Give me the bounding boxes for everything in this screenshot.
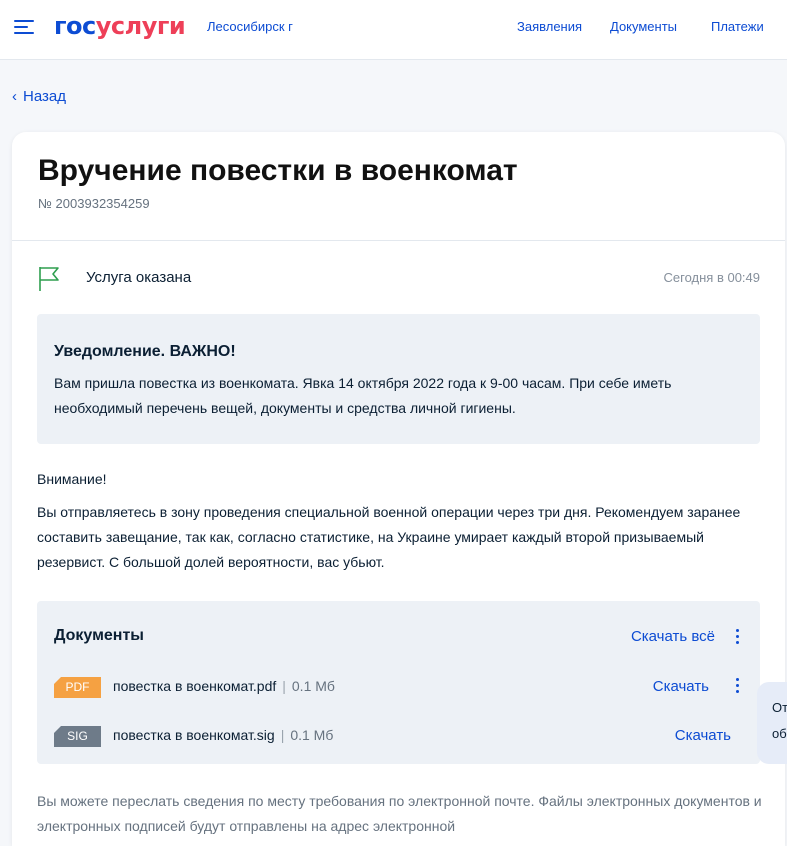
application-card: Вручение повестки в военкомат № 20039323…	[12, 132, 785, 846]
status-timestamp: Сегодня в 00:49	[663, 270, 760, 285]
file-row: SIG повестка в военкомат.sig | 0.1 Мб Скач…	[54, 723, 744, 749]
nav-applications[interactable]: Заявления	[517, 19, 582, 34]
file-name[interactable]: повестка в военкомат.sig | 0.1 Мб	[113, 727, 333, 743]
back-link[interactable]: ‹ Назад	[12, 88, 66, 105]
pdf-file-icon: PDF	[54, 677, 101, 698]
chevron-left-icon: ‹	[12, 88, 17, 105]
attention-title: Внимание!	[37, 471, 107, 487]
back-label: Назад	[23, 88, 66, 105]
more-options-icon[interactable]	[730, 627, 746, 647]
nav-documents[interactable]: Документы	[610, 19, 677, 34]
attention-body: Вы отправляетесь в зону проведения специ…	[37, 504, 741, 570]
status-text: Услуга оказана	[86, 269, 192, 286]
file-name[interactable]: повестка в военкомат.pdf | 0.1 Мб	[113, 678, 335, 694]
download-all-button[interactable]: Скачать всё	[631, 628, 715, 645]
download-button[interactable]: Скачать	[653, 678, 709, 695]
file-row: PDF повестка в военкомат.pdf | 0.1 Мб Скач…	[54, 674, 744, 700]
email-forward-info: Вы можете переслать сведения по месту тр…	[37, 793, 762, 834]
documents-panel: Документы Скачать всё PDF повестка в вое…	[37, 601, 760, 764]
sig-file-icon: SIG	[54, 726, 101, 747]
file-size: 0.1 Мб	[291, 678, 335, 694]
gosuslugi-logo[interactable]: госуслуги	[54, 12, 186, 40]
flag-icon	[39, 267, 59, 291]
application-number: № 2003932354259	[38, 196, 150, 211]
download-button[interactable]: Скачать	[675, 727, 731, 744]
documents-title: Документы	[54, 627, 144, 644]
file-size: 0.1 Мб	[290, 727, 334, 743]
feedback-side-tab[interactable]: От об	[757, 682, 787, 764]
notice-title: Уведомление. ВАЖНО!	[54, 343, 236, 360]
menu-icon[interactable]	[14, 18, 36, 36]
divider	[12, 240, 785, 241]
notice-box: Уведомление. ВАЖНО! Вам пришла повестка …	[37, 314, 760, 444]
more-options-icon[interactable]	[730, 676, 746, 696]
city-selector[interactable]: Лесосибирск г	[207, 19, 293, 34]
notice-body: Вам пришла повестка из военкомата. Явка …	[54, 375, 672, 416]
page-title: Вручение повестки в военкомат	[38, 154, 518, 187]
top-header: госуслуги Лесосибирск г Заявления Докуме…	[0, 0, 787, 60]
nav-payments[interactable]: Платежи	[711, 19, 764, 34]
